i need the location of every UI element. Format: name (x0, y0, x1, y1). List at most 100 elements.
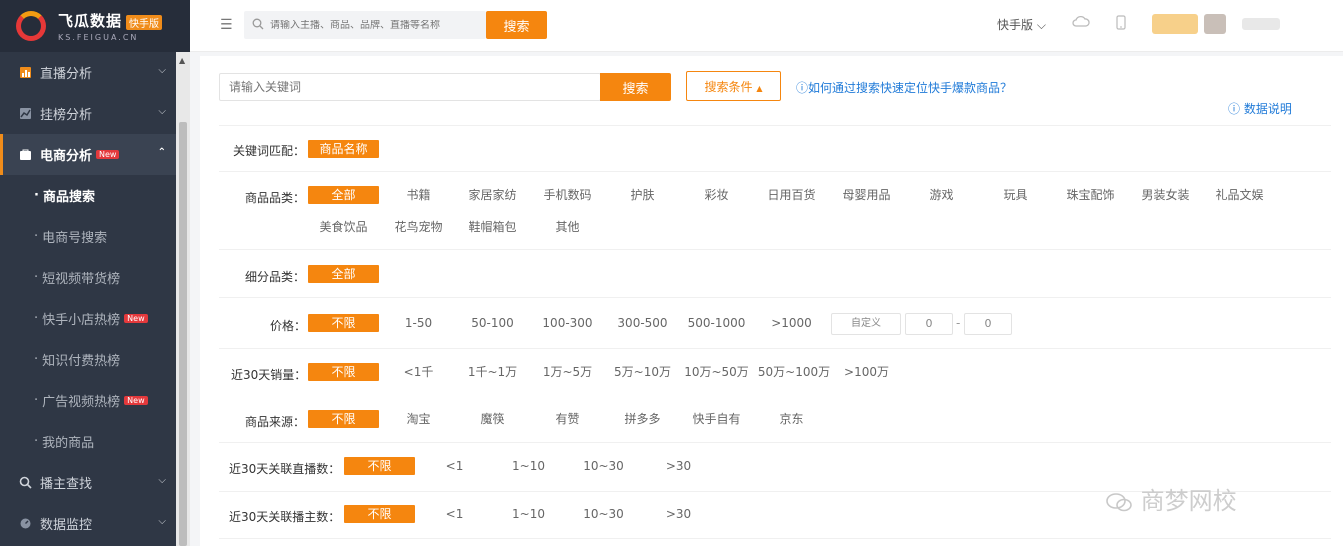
sidebar-item-label: 挂榜分析 (40, 108, 93, 123)
category-option[interactable]: 手机数码 (532, 186, 603, 204)
category-option[interactable]: 母婴用品 (831, 186, 902, 204)
mobile-icon[interactable] (1116, 15, 1126, 34)
live-count-option[interactable]: 10~30 (568, 457, 639, 475)
sidebar-item-ranking-analysis[interactable]: 挂榜分析 ⌵ (0, 93, 176, 134)
price-min-input[interactable]: 0 (905, 313, 953, 335)
divider (219, 442, 1331, 443)
sales-30d-label: 近30天销量： (231, 368, 307, 382)
category-option[interactable]: 护肤 (607, 186, 678, 204)
data-note-text: 数据说明 (1243, 102, 1292, 116)
sidebar-sub-label: 短视频带货榜 (42, 272, 121, 287)
subcategory-option[interactable]: 全部 (308, 265, 379, 283)
source-option[interactable]: 京东 (756, 410, 827, 428)
streamer-count-option[interactable]: >30 (643, 505, 714, 523)
menu-toggle-icon[interactable]: ☰ (220, 17, 233, 33)
source-option[interactable]: 有赞 (532, 410, 603, 428)
search-conditions-toggle[interactable]: 搜索条件 ▲ (686, 71, 781, 101)
sales-option[interactable]: <1千 (383, 363, 454, 381)
category-option[interactable]: 彩妆 (681, 186, 752, 204)
category-option[interactable]: 其他 (532, 218, 603, 236)
live-count-option[interactable]: 1~10 (493, 457, 564, 475)
category-option[interactable]: 礼品文娱 (1204, 186, 1275, 204)
sales-option[interactable]: >100万 (831, 363, 902, 381)
global-search-input[interactable] (270, 19, 480, 31)
price-option[interactable]: 300-500 (607, 314, 678, 332)
sales-option[interactable]: 10万~50万 (681, 363, 752, 381)
data-explanation-link[interactable]: ⓘ 数据说明 (1228, 100, 1292, 117)
username[interactable] (1242, 18, 1280, 30)
sidebar-sub-knowledge-rank[interactable]: · 知识付费热榜 (0, 339, 176, 380)
sidebar-item-data-monitor[interactable]: 数据监控 ⌵ (0, 503, 176, 544)
streamer-count-option[interactable]: 10~30 (568, 505, 639, 523)
divider (219, 297, 1331, 298)
category-option[interactable]: 书籍 (383, 186, 454, 204)
sales-option[interactable]: 1千~1万 (457, 363, 528, 381)
sidebar-scrollbar[interactable]: ▲ (176, 52, 190, 546)
sidebar-sub-label: 快手小店热榜 (42, 313, 121, 328)
category-option[interactable]: 美食饮品 (308, 218, 379, 236)
brand-logo[interactable]: 飞瓜数据 快手版 KS.FEIGUA.CN (0, 0, 190, 52)
streamer-count-option[interactable]: 不限 (344, 505, 415, 523)
source-option[interactable]: 快手自有 (681, 410, 752, 428)
streamer-count-option[interactable]: 1~10 (493, 505, 564, 523)
avatar[interactable] (1204, 14, 1226, 34)
sales-option[interactable]: 5万~10万 (607, 363, 678, 381)
price-option[interactable]: >1000 (756, 314, 827, 332)
sidebar-sub-shop-search[interactable]: · 电商号搜索 (0, 216, 176, 257)
live-count-option[interactable]: <1 (419, 457, 490, 475)
scrollbar-thumb[interactable] (179, 122, 187, 546)
source-option[interactable]: 淘宝 (383, 410, 454, 428)
price-option[interactable]: 500-1000 (681, 314, 752, 332)
version-switcher[interactable]: 快手版 ⌵ (997, 16, 1046, 33)
price-range-separator: - (956, 316, 961, 330)
sales-option[interactable]: 1万~5万 (532, 363, 603, 381)
keyword-search-button[interactable]: 搜索 (600, 73, 671, 101)
category-label: 商品品类： (245, 191, 306, 205)
watermark-text: 商梦网校 (1140, 487, 1237, 515)
sidebar-item-ecommerce-analysis[interactable]: 电商分析 New ⌃ (0, 134, 176, 175)
category-option[interactable]: 花鸟宠物 (383, 218, 454, 236)
live-count-option[interactable]: 不限 (344, 457, 415, 475)
source-option[interactable]: 拼多多 (607, 410, 678, 428)
sidebar-item-label: 数据监控 (40, 518, 93, 533)
streamer-count-option[interactable]: <1 (419, 505, 490, 523)
keyword-input[interactable] (219, 73, 601, 101)
sidebar-sub-label: 知识付费热榜 (42, 354, 121, 369)
help-link-text: 如何通过搜索快速定位快手爆款商品？ (808, 81, 1013, 95)
sidebar-item-streamer-search[interactable]: 播主查找 ⌵ (0, 462, 176, 503)
global-search-button[interactable]: 搜索 (486, 11, 547, 39)
source-option[interactable]: 不限 (308, 410, 379, 428)
sidebar-sub-my-products[interactable]: · 我的商品 (0, 421, 176, 462)
bag-icon (18, 148, 32, 162)
filter-option-selected[interactable]: 商品名称 (308, 140, 379, 158)
category-option[interactable]: 珠宝配饰 (1055, 186, 1126, 204)
category-option[interactable]: 日用百货 (756, 186, 827, 204)
category-option[interactable]: 鞋帽箱包 (457, 218, 528, 236)
sidebar-sub-video-sales-rank[interactable]: · 短视频带货榜 (0, 257, 176, 298)
price-max-input[interactable]: 0 (964, 313, 1012, 335)
sidebar-sub-store-hot-rank[interactable]: · 快手小店热榜 New (0, 298, 176, 339)
custom-price-button[interactable]: 自定义 (831, 313, 901, 335)
scroll-up-arrow-icon[interactable]: ▲ (179, 56, 185, 65)
watermark: 商梦网校 (1105, 481, 1237, 516)
category-option[interactable]: 玩具 (980, 186, 1051, 204)
price-option[interactable]: 100-300 (532, 314, 603, 332)
category-option[interactable]: 男装女装 (1130, 186, 1201, 204)
category-option[interactable]: 家居家纺 (457, 186, 528, 204)
sidebar-sub-product-search[interactable]: · 商品搜索 (0, 175, 176, 216)
new-badge: New (124, 396, 148, 405)
price-option[interactable]: 1-50 (383, 314, 454, 332)
price-option[interactable]: 50-100 (457, 314, 528, 332)
live-count-option[interactable]: >30 (643, 457, 714, 475)
question-circle-icon: ⓘ (1228, 102, 1241, 116)
sales-option[interactable]: 50万~100万 (756, 363, 832, 381)
sidebar-sub-ad-video-rank[interactable]: · 广告视频热榜 New (0, 380, 176, 421)
source-option[interactable]: 魔筷 (457, 410, 528, 428)
sales-option[interactable]: 不限 (308, 363, 379, 381)
sidebar-item-live-analysis[interactable]: 直播分析 ⌵ (0, 52, 176, 93)
cloud-icon[interactable] (1072, 15, 1090, 33)
category-option[interactable]: 全部 (308, 186, 379, 204)
help-link[interactable]: ⓘ如何通过搜索快速定位快手爆款商品？ (796, 79, 1012, 96)
category-option[interactable]: 游戏 (906, 186, 977, 204)
price-option[interactable]: 不限 (308, 314, 379, 332)
